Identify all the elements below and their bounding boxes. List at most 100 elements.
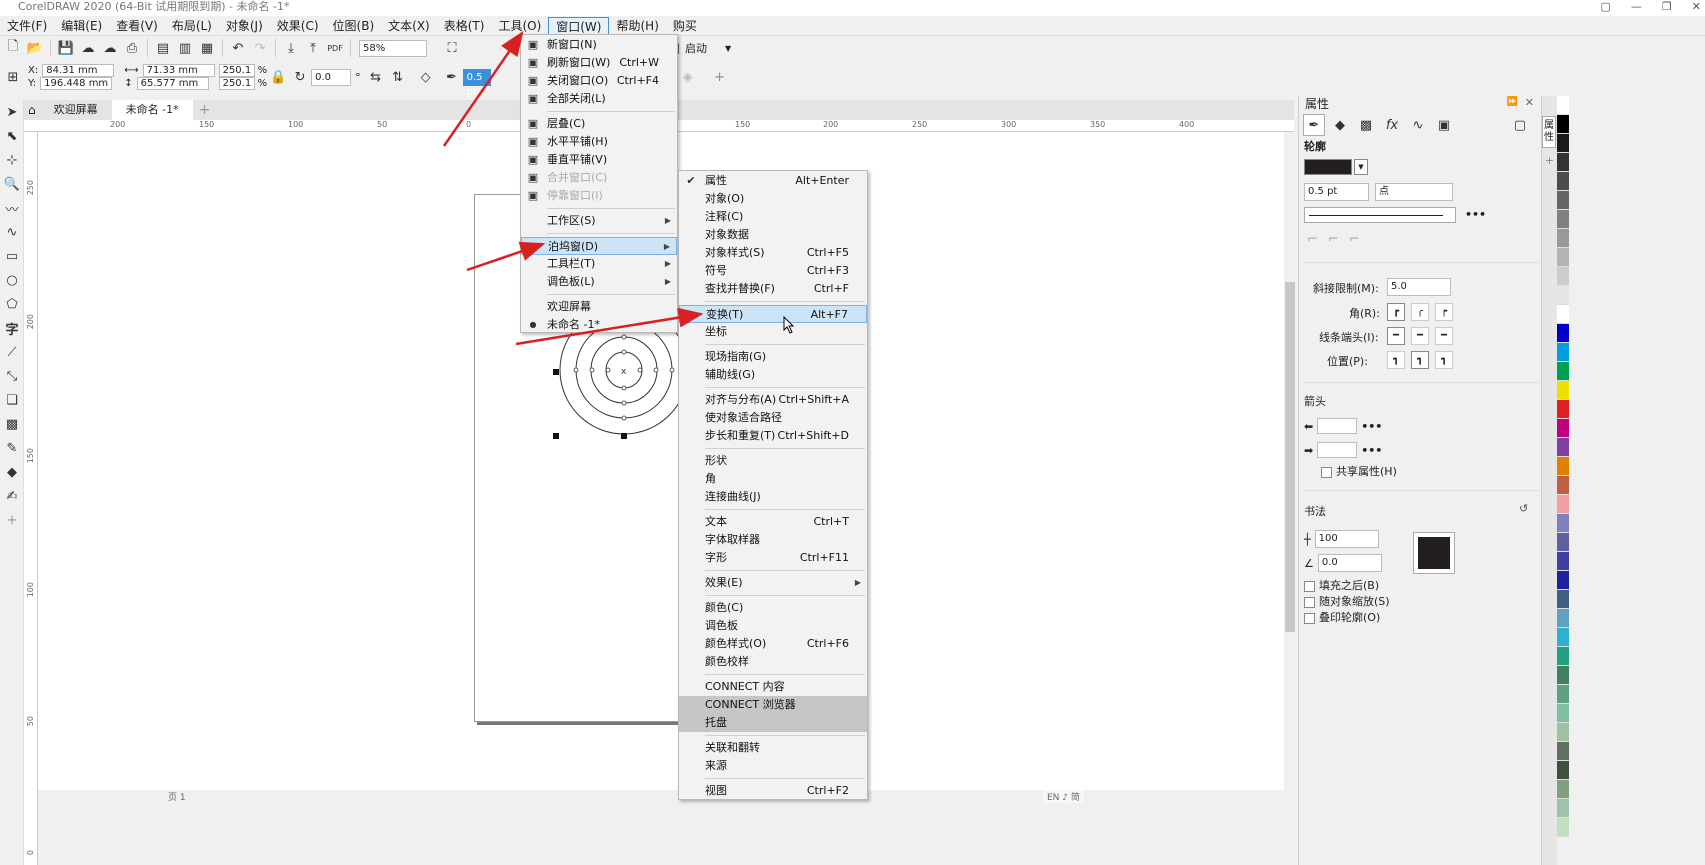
palette-swatch[interactable] — [1557, 533, 1569, 552]
docker-menu-item[interactable]: 步长和重复(T) Ctrl+Shift+D — [679, 427, 867, 445]
menu-8[interactable]: 表格(T) — [437, 17, 492, 35]
rotate-icon[interactable]: ↻ — [289, 66, 311, 88]
pen-icon[interactable]: ✒ — [441, 66, 463, 88]
palette-swatch[interactable] — [1557, 153, 1569, 172]
mirror-horizontal-icon[interactable]: ⇆ — [365, 66, 387, 88]
mirror-vertical-icon[interactable]: ⇅ — [387, 66, 409, 88]
palette-swatch[interactable] — [1557, 419, 1569, 438]
fill-tab-icon[interactable]: ◆ — [1329, 114, 1351, 136]
dimension-tool-icon[interactable]: ⟋ — [0, 340, 24, 364]
vertical-scroll-thumb[interactable] — [1285, 282, 1295, 632]
palette-swatch[interactable] — [1557, 324, 1569, 343]
palette-swatch[interactable] — [1557, 229, 1569, 248]
bitmap-tab-icon[interactable]: ▣ — [1433, 114, 1455, 136]
side-tab-properties[interactable]: 属性 — [1542, 116, 1556, 148]
docker-menu-item[interactable]: 现场指南(G) — [679, 348, 867, 366]
docker-menu-item[interactable]: 对齐与分布(A) Ctrl+Shift+A — [679, 391, 867, 409]
window-menu-item[interactable]: ▣ 刷新窗口(W) Ctrl+W — [521, 54, 677, 72]
palette-swatch[interactable] — [1557, 647, 1569, 666]
palette-swatch[interactable] — [1557, 362, 1569, 381]
docker-menu-item[interactable]: 符号 Ctrl+F3 — [679, 262, 867, 280]
corner-bevel-icon[interactable]: ┍ — [1435, 303, 1453, 321]
palette-swatch[interactable] — [1557, 381, 1569, 400]
position-inside-icon[interactable]: ┓ — [1435, 351, 1453, 369]
palette-swatch[interactable] — [1557, 286, 1569, 305]
rotation-field[interactable]: 0.0 — [311, 68, 352, 86]
tab-document[interactable]: 未命名 -1* — [111, 100, 193, 120]
window-menu-item[interactable]: 工具栏(T) ▶ — [521, 255, 677, 273]
palette-swatch[interactable] — [1557, 248, 1569, 267]
shape-tool-icon[interactable]: ⬉ — [0, 124, 24, 148]
docker-menu-item[interactable]: 托盘 — [679, 714, 867, 732]
palette-swatch[interactable] — [1557, 780, 1569, 799]
docker-menu-item[interactable]: 关联和翻转 — [679, 739, 867, 757]
docker-menu-item[interactable]: 辅助线(G) — [679, 366, 867, 384]
frame-tab-icon[interactable]: ▢ — [1509, 114, 1531, 136]
interactive-fill-icon[interactable]: ◆ — [0, 460, 24, 484]
cap-round-icon[interactable]: ━ — [1411, 327, 1429, 345]
menu-6[interactable]: 位图(B) — [326, 17, 382, 35]
curve-tab-icon[interactable]: ∿ — [1407, 114, 1429, 136]
docker-menu-item[interactable]: 变换(T) Alt+F7 — [679, 305, 867, 323]
docker-menu-item[interactable]: 来源 — [679, 757, 867, 775]
docker-menu-item[interactable]: 文本 Ctrl+T — [679, 513, 867, 531]
scale-y-field[interactable]: 250.1 — [218, 77, 255, 90]
save-icon[interactable]: 💾 — [55, 37, 77, 59]
effects-tab-icon[interactable]: fx — [1381, 114, 1403, 136]
cloud-download-icon[interactable]: ☁ — [99, 37, 121, 59]
palette-swatch[interactable] — [1557, 552, 1569, 571]
docker-menu-item[interactable]: 坐标 — [679, 323, 867, 341]
fill-icon[interactable]: ◇ — [415, 66, 437, 88]
start-arrow-select[interactable] — [1317, 418, 1358, 434]
concentric-circles-object[interactable]: x — [550, 320, 690, 445]
freehand-tool-icon[interactable]: 〰 — [0, 196, 24, 220]
new-tab-icon[interactable]: + — [193, 102, 217, 118]
export-icon[interactable]: ⤒ — [302, 37, 324, 59]
palette-swatch[interactable] — [1557, 628, 1569, 647]
docker-menu-item[interactable]: 注释(C) — [679, 208, 867, 226]
docker-menu-item[interactable]: 连接曲线(J) — [679, 488, 867, 506]
cap-square-icon[interactable]: ━ — [1435, 327, 1453, 345]
text-tool-icon[interactable]: 字 — [0, 316, 24, 340]
end-arrow-select[interactable] — [1317, 442, 1358, 458]
palette-swatch[interactable] — [1557, 818, 1569, 837]
eyedropper-tool-icon[interactable]: ✎ — [0, 436, 24, 460]
cloud-upload-icon[interactable]: ☁ — [77, 37, 99, 59]
maximize-icon[interactable]: ❐ — [1662, 0, 1672, 13]
add-tool-icon[interactable]: + — [0, 508, 24, 532]
docker-menu-item[interactable]: 查找并替换(F) Ctrl+F — [679, 280, 867, 298]
cap-butt-icon[interactable]: ━ — [1387, 327, 1405, 345]
docker-menu-item[interactable]: 字体取样器 — [679, 531, 867, 549]
width-field[interactable]: 71.33 mm — [142, 64, 215, 77]
chevron-down-icon[interactable]: ▼ — [725, 44, 731, 53]
docker-menu-item[interactable]: 形状 — [679, 452, 867, 470]
docker-menu-item[interactable]: 颜色校样 — [679, 653, 867, 671]
window-menu-item[interactable]: ▣ 新窗口(N) — [521, 36, 677, 54]
window-menu-item[interactable]: 调色板(L) ▶ — [521, 273, 677, 291]
vertical-scrollbar[interactable] — [1284, 132, 1296, 790]
menu-0[interactable]: 文件(F) — [0, 17, 54, 35]
palette-swatch[interactable] — [1557, 476, 1569, 495]
line-style-select[interactable] — [1304, 207, 1456, 223]
docker-menu-item[interactable]: 对象样式(S) Ctrl+F5 — [679, 244, 867, 262]
paste-icon[interactable]: ▦ — [196, 37, 218, 59]
palette-swatch[interactable] — [1557, 761, 1569, 780]
docker-menu-item[interactable]: 视图 Ctrl+F2 — [679, 782, 867, 799]
palette-swatch[interactable] — [1557, 191, 1569, 210]
outline-width-field[interactable]: 0.5 pt — [462, 68, 491, 98]
palette-swatch[interactable] — [1557, 115, 1569, 134]
window-menu-item[interactable]: ● 未命名 -1* — [521, 316, 677, 334]
tab-welcome[interactable]: 欢迎屏幕 — [40, 100, 112, 120]
window-menu-item[interactable]: ▣ 全部关闭(L) — [521, 90, 677, 108]
palette-swatch[interactable] — [1557, 172, 1569, 191]
lock-ratio-icon[interactable]: 🔒 — [267, 66, 289, 88]
docker-menu-item[interactable]: ✔ 属性 Alt+Enter — [679, 172, 867, 190]
docker-menu-item[interactable]: 角 — [679, 470, 867, 488]
menu-12[interactable]: 购买 — [666, 17, 704, 35]
menu-2[interactable]: 查看(V) — [109, 17, 165, 35]
docker-menu-item[interactable]: 对象(O) — [679, 190, 867, 208]
polygon-tool-icon[interactable]: ⬠ — [0, 292, 24, 316]
reference-point-icon[interactable]: ⊞ — [2, 66, 24, 88]
menu-5[interactable]: 效果(C) — [270, 17, 326, 35]
stretch-input[interactable]: 100 — [1314, 530, 1379, 548]
